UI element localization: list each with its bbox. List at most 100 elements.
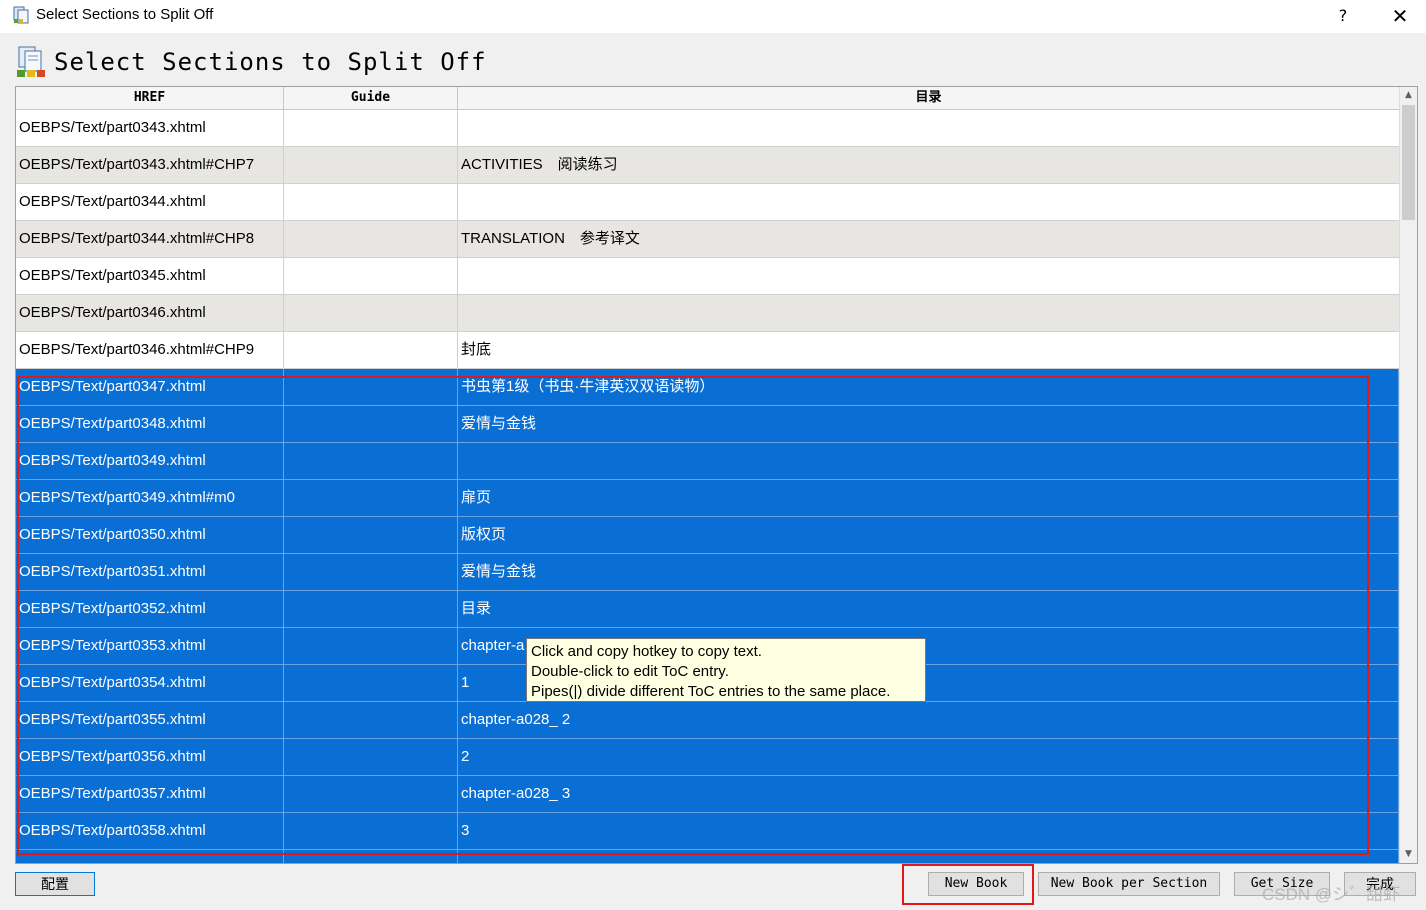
- cell-href[interactable]: OEBPS/Text/part0344.xhtml#CHP8: [16, 221, 284, 257]
- config-button[interactable]: 配置: [15, 872, 95, 896]
- cell-href[interactable]: OEBPS/Text/part0354.xhtml: [16, 665, 284, 701]
- cell-href[interactable]: OEBPS/Text/part0343.xhtml#CHP7: [16, 147, 284, 183]
- cell-guide[interactable]: [284, 776, 458, 812]
- cell-toc[interactable]: 爱情与金钱: [458, 554, 1399, 590]
- cell-guide[interactable]: [284, 702, 458, 738]
- cell-guide[interactable]: [284, 369, 458, 405]
- cell-guide[interactable]: [284, 406, 458, 442]
- table-row[interactable]: OEBPS/Text/part0349.xhtml#m0 扉页: [16, 480, 1399, 517]
- table-row[interactable]: OEBPS/Text/part0345.xhtml: [16, 258, 1399, 295]
- cell-guide[interactable]: [284, 184, 458, 220]
- cell-toc[interactable]: 2: [458, 739, 1399, 775]
- help-button[interactable]: ?: [1330, 3, 1356, 29]
- table-header: HREF Guide 目录: [16, 87, 1399, 110]
- cell-toc[interactable]: [458, 184, 1399, 220]
- cell-guide[interactable]: [284, 480, 458, 516]
- table-row[interactable]: OEBPS/Text/part0346.xhtml: [16, 295, 1399, 332]
- close-button[interactable]: ✕: [1386, 3, 1414, 29]
- cell-guide[interactable]: [284, 591, 458, 627]
- cell-toc[interactable]: 爱情与金钱: [458, 406, 1399, 442]
- table-row[interactable]: OEBPS/Text/part0348.xhtml 爱情与金钱: [16, 406, 1399, 443]
- cell-toc[interactable]: [458, 110, 1399, 146]
- table-row[interactable]: OEBPS/Text/part0349.xhtml: [16, 443, 1399, 480]
- cell-guide[interactable]: [284, 295, 458, 331]
- vertical-scrollbar[interactable]: ▲ ▼: [1399, 87, 1417, 863]
- cell-toc[interactable]: [458, 850, 1399, 863]
- cell-href[interactable]: OEBPS/Text/part0344.xhtml: [16, 184, 284, 220]
- cell-guide[interactable]: [284, 739, 458, 775]
- table-row[interactable]: OEBPS/Text/part0343.xhtml#CHP7 ACTIVITIES…: [16, 147, 1399, 184]
- cell-guide[interactable]: [284, 665, 458, 701]
- new-book-button[interactable]: New Book: [928, 872, 1024, 896]
- watermark: CSDN @シ゛甜虾: [1262, 885, 1401, 904]
- cell-toc[interactable]: ACTIVITIES 阅读练习: [458, 147, 1399, 183]
- scrollbar-thumb[interactable]: [1402, 105, 1415, 220]
- cell-href[interactable]: OEBPS/Text/part0350.xhtml: [16, 517, 284, 553]
- table-row[interactable]: OEBPS/Text/part0344.xhtml#CHP8 TRANSLATIO…: [16, 221, 1399, 258]
- table-row[interactable]: OEBPS/Text/part0343.xhtml: [16, 110, 1399, 147]
- cell-toc[interactable]: 版权页: [458, 517, 1399, 553]
- cell-href[interactable]: OEBPS/Text/part0356.xhtml: [16, 739, 284, 775]
- cell-toc[interactable]: 书虫第1级（书虫·牛津英汉双语读物）: [458, 369, 1399, 405]
- cell-guide[interactable]: [284, 110, 458, 146]
- cell-href[interactable]: OEBPS/Text/part0345.xhtml: [16, 258, 284, 294]
- cell-guide[interactable]: [284, 221, 458, 257]
- cell-guide[interactable]: [284, 628, 458, 664]
- cell-href[interactable]: OEBPS/Text/part0352.xhtml: [16, 591, 284, 627]
- table-row[interactable]: OEBPS/Text/part0347.xhtml 书虫第1级（书虫·牛津英汉双语…: [16, 369, 1399, 406]
- tooltip-line: Double-click to edit ToC entry.: [531, 663, 729, 680]
- cell-toc[interactable]: [458, 295, 1399, 331]
- new-book-per-section-button[interactable]: New Book per Section: [1038, 872, 1220, 896]
- sections-table[interactable]: HREF Guide 目录 OEBPS/Text/part0343.xhtml O…: [15, 86, 1418, 864]
- table-row[interactable]: OEBPS/Text/part0357.xhtml chapter-a028_ 3: [16, 776, 1399, 813]
- column-header-href[interactable]: HREF: [16, 87, 284, 109]
- cell-toc[interactable]: 封底: [458, 332, 1399, 368]
- cell-toc[interactable]: [458, 443, 1399, 479]
- cell-guide[interactable]: [284, 258, 458, 294]
- scroll-down-arrow-icon[interactable]: ▼: [1400, 846, 1417, 863]
- cell-href[interactable]: OEBPS/Text/part0349.xhtml: [16, 443, 284, 479]
- cell-href[interactable]: OEBPS/Text/part0351.xhtml: [16, 554, 284, 590]
- cell-toc[interactable]: chapter-a028_ 2: [458, 702, 1399, 738]
- table-row[interactable]: OEBPS/Text/part0352.xhtml 目录: [16, 591, 1399, 628]
- scroll-up-arrow-icon[interactable]: ▲: [1400, 87, 1417, 104]
- cell-toc[interactable]: [458, 258, 1399, 294]
- cell-guide[interactable]: [284, 332, 458, 368]
- cell-href[interactable]: OEBPS/Text/part0346.xhtml#CHP9: [16, 332, 284, 368]
- cell-toc[interactable]: chapter-a028_ 3: [458, 776, 1399, 812]
- cell-href[interactable]: OEBPS/Text/part0346.xhtml: [16, 295, 284, 331]
- cell-href[interactable]: OEBPS/Text/part0355.xhtml: [16, 702, 284, 738]
- table-row[interactable]: OEBPS/Text/part0346.xhtml#CHP9 封底: [16, 332, 1399, 369]
- table-row[interactable]: OEBPS/Text/part0351.xhtml 爱情与金钱: [16, 554, 1399, 591]
- cell-guide[interactable]: [284, 554, 458, 590]
- cell-guide[interactable]: [284, 517, 458, 553]
- cell-href[interactable]: OEBPS/Text/part0348.xhtml: [16, 406, 284, 442]
- table-row[interactable]: OEBPS/Text/part0350.xhtml 版权页: [16, 517, 1399, 554]
- table-row[interactable]: [16, 850, 1399, 863]
- table-row[interactable]: OEBPS/Text/part0344.xhtml: [16, 184, 1399, 221]
- cell-toc[interactable]: TRANSLATION 参考译文: [458, 221, 1399, 257]
- cell-href[interactable]: [16, 850, 284, 863]
- cell-toc[interactable]: 3: [458, 813, 1399, 849]
- cell-href[interactable]: OEBPS/Text/part0347.xhtml: [16, 369, 284, 405]
- cell-toc[interactable]: 目录: [458, 591, 1399, 627]
- cell-href[interactable]: OEBPS/Text/part0357.xhtml: [16, 776, 284, 812]
- table-row[interactable]: OEBPS/Text/part0356.xhtml 2: [16, 739, 1399, 776]
- tooltip-line: Click and copy hotkey to copy text.: [531, 643, 762, 660]
- cell-guide[interactable]: [284, 443, 458, 479]
- table-row[interactable]: OEBPS/Text/part0358.xhtml 3: [16, 813, 1399, 850]
- cell-href[interactable]: OEBPS/Text/part0349.xhtml#m0: [16, 480, 284, 516]
- cell-href[interactable]: OEBPS/Text/part0358.xhtml: [16, 813, 284, 849]
- cell-guide[interactable]: [284, 813, 458, 849]
- cell-guide[interactable]: [284, 147, 458, 183]
- tooltip: Click and copy hotkey to copy text. Doub…: [526, 638, 926, 702]
- table-row[interactable]: OEBPS/Text/part0355.xhtml chapter-a028_ 2: [16, 702, 1399, 739]
- tooltip-line: Pipes(|) divide different ToC entries to…: [531, 683, 891, 700]
- dialog-heading: Select Sections to Split Off: [54, 48, 487, 76]
- cell-guide[interactable]: [284, 850, 458, 863]
- column-header-toc[interactable]: 目录: [458, 87, 1399, 109]
- cell-href[interactable]: OEBPS/Text/part0343.xhtml: [16, 110, 284, 146]
- cell-toc[interactable]: 扉页: [458, 480, 1399, 516]
- cell-href[interactable]: OEBPS/Text/part0353.xhtml: [16, 628, 284, 664]
- column-header-guide[interactable]: Guide: [284, 87, 458, 109]
